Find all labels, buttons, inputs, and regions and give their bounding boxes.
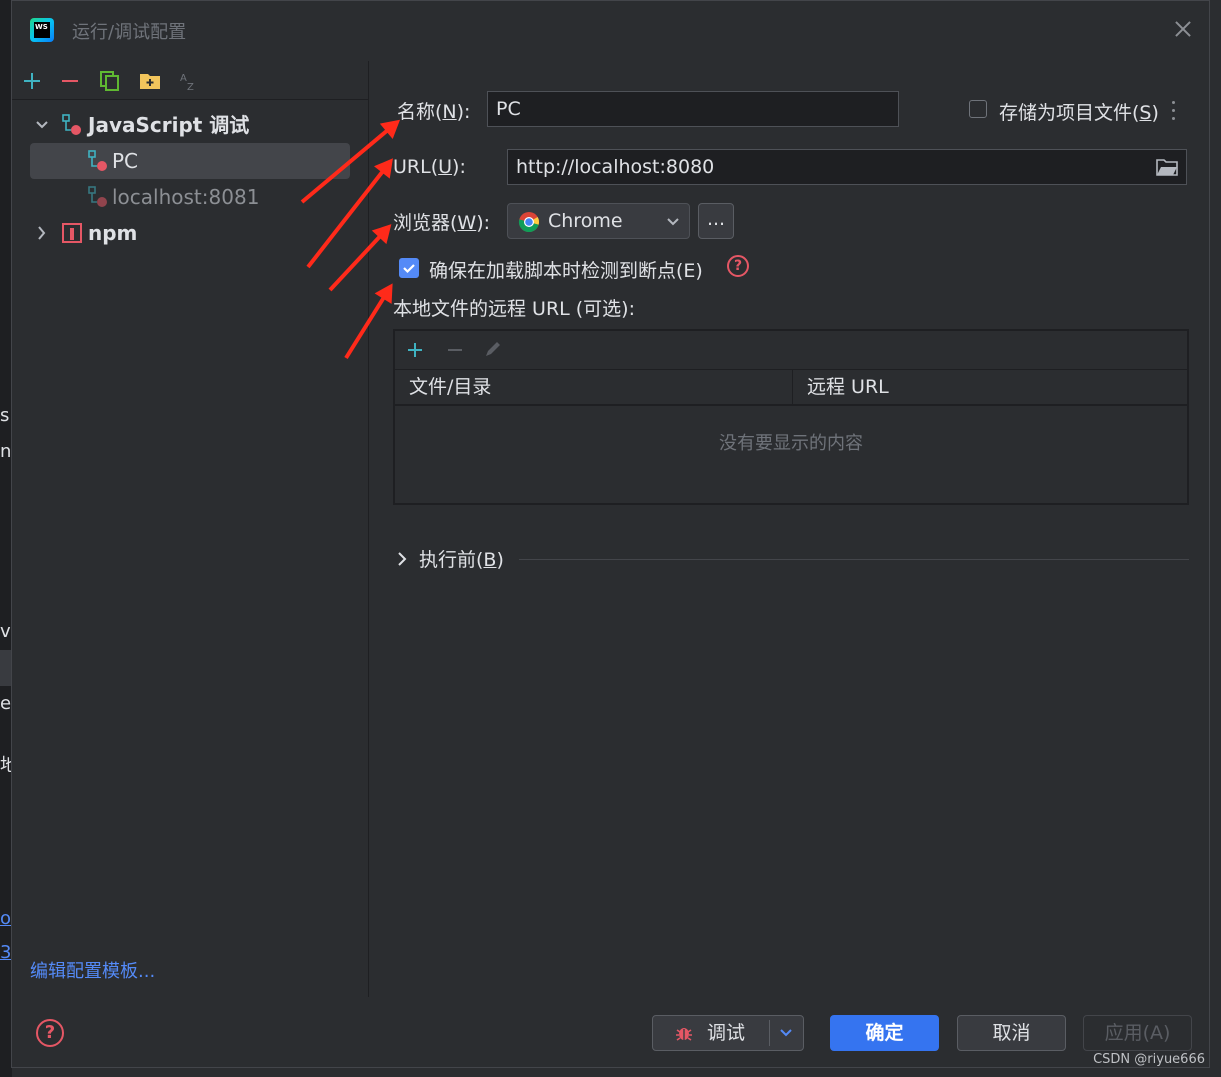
url-label: URL(U):	[393, 156, 466, 178]
background-text-fragment: v	[0, 621, 11, 642]
browser-selected-value: Chrome	[548, 210, 623, 232]
store-as-project-file-label: 存储为项目文件(S)	[999, 102, 1159, 124]
tree-item-label: PC	[112, 149, 139, 173]
chevron-down-icon	[667, 218, 679, 226]
browser-select[interactable]: Chrome	[507, 203, 690, 239]
dialog-footer: ? 调试 确定 取消 应用(A)	[12, 997, 1209, 1069]
tree-item-label: localhost:8081	[112, 185, 260, 209]
url-input[interactable]: http://localhost:8080	[507, 149, 1187, 185]
remote-urls-table: 文件/目录 远程 URL 没有要显示的内容	[393, 329, 1189, 505]
js-debug-icon	[88, 150, 107, 171]
name-input[interactable]: PC	[487, 91, 899, 127]
webstorm-logo-icon: WS	[30, 18, 54, 42]
store-as-project-file-checkbox[interactable]	[969, 100, 987, 118]
column-header-file-dir[interactable]: 文件/目录	[395, 369, 793, 406]
background-text-fragment: n	[0, 441, 12, 462]
background-link-fragment: 3	[0, 942, 12, 963]
copy-icon[interactable]	[98, 69, 122, 93]
debug-button-label: 调试	[707, 1022, 746, 1044]
close-icon[interactable]	[1171, 17, 1195, 41]
tree-item-localhost[interactable]: localhost:8081	[30, 179, 350, 215]
browser-label: 浏览器(W):	[393, 212, 491, 234]
help-icon[interactable]: ?	[36, 1019, 64, 1047]
empty-table-text: 没有要显示的内容	[719, 433, 863, 454]
background-text-fragment: s	[0, 405, 10, 426]
name-label: 名称(N):	[397, 101, 471, 123]
chevron-down-icon[interactable]	[34, 107, 50, 143]
window-title: 运行/调试配置	[72, 22, 187, 43]
url-value: http://localhost:8080	[516, 156, 715, 178]
ok-button[interactable]: 确定	[830, 1015, 939, 1051]
new-folder-icon[interactable]	[138, 69, 162, 93]
debug-split-button[interactable]: 调试	[652, 1015, 804, 1051]
detect-breakpoints-label: 确保在加载脚本时检测到断点(E)	[429, 260, 703, 282]
tree-group-npm[interactable]: npm	[30, 215, 350, 251]
browser-more-button[interactable]: ...	[698, 203, 734, 239]
more-options-icon[interactable]	[1172, 101, 1176, 121]
help-icon[interactable]: ?	[727, 255, 749, 277]
table-toolbar	[395, 331, 1187, 370]
before-launch-label: 执行前(B)	[419, 549, 504, 571]
chevron-right-icon	[398, 552, 407, 566]
detect-breakpoints-checkbox[interactable]	[399, 258, 419, 278]
split-divider	[769, 1020, 770, 1046]
remove-icon[interactable]	[445, 340, 465, 360]
edit-icon[interactable]	[483, 339, 503, 359]
debug-bug-icon	[676, 1028, 692, 1041]
config-tree-panel: A Z JavaScript 调试 PC localhost:8081 npm …	[12, 61, 369, 997]
remote-urls-label: 本地文件的远程 URL (可选):	[393, 298, 636, 320]
browse-folder-icon[interactable]	[1156, 158, 1178, 176]
sort-alphabetically-icon[interactable]: A Z	[178, 69, 202, 93]
tree-item-pc[interactable]: PC	[30, 143, 350, 179]
watermark: CSDN @riyue666	[1093, 1052, 1205, 1067]
remove-icon[interactable]	[58, 69, 82, 93]
background-text-fragment: e	[0, 693, 12, 714]
chevron-down-icon[interactable]	[779, 1028, 793, 1038]
section-divider	[519, 559, 1189, 560]
column-header-remote-url[interactable]: 远程 URL	[793, 369, 1187, 406]
apply-button[interactable]: 应用(A)	[1083, 1015, 1192, 1051]
checkmark-icon	[403, 264, 415, 274]
title-bar: WS 运行/调试配置	[12, 1, 1209, 61]
edit-config-templates-link[interactable]: 编辑配置模板...	[30, 957, 155, 983]
svg-text:Z: Z	[187, 82, 194, 93]
tree-group-label: JavaScript 调试	[88, 113, 250, 137]
svg-text:A: A	[180, 73, 187, 84]
js-debug-icon	[88, 186, 107, 207]
before-launch-section[interactable]: 执行前(B)	[395, 545, 1189, 573]
tree-toolbar: A Z	[12, 61, 368, 100]
tree-group-label: npm	[88, 221, 138, 245]
chevron-right-icon[interactable]	[34, 215, 50, 251]
npm-icon	[62, 223, 82, 243]
js-debug-icon	[62, 114, 81, 135]
add-icon[interactable]	[20, 69, 44, 93]
chrome-icon	[518, 212, 540, 233]
add-icon[interactable]	[405, 340, 425, 360]
config-form: 名称(N): PC 存储为项目文件(S) URL(U): http://loca…	[369, 61, 1209, 997]
cancel-button[interactable]: 取消	[957, 1015, 1066, 1051]
run-debug-config-dialog: WS 运行/调试配置 A Z JavaScript 调试 PC localhos…	[11, 0, 1210, 1068]
tree-group-javascript-debug[interactable]: JavaScript 调试	[30, 107, 350, 143]
